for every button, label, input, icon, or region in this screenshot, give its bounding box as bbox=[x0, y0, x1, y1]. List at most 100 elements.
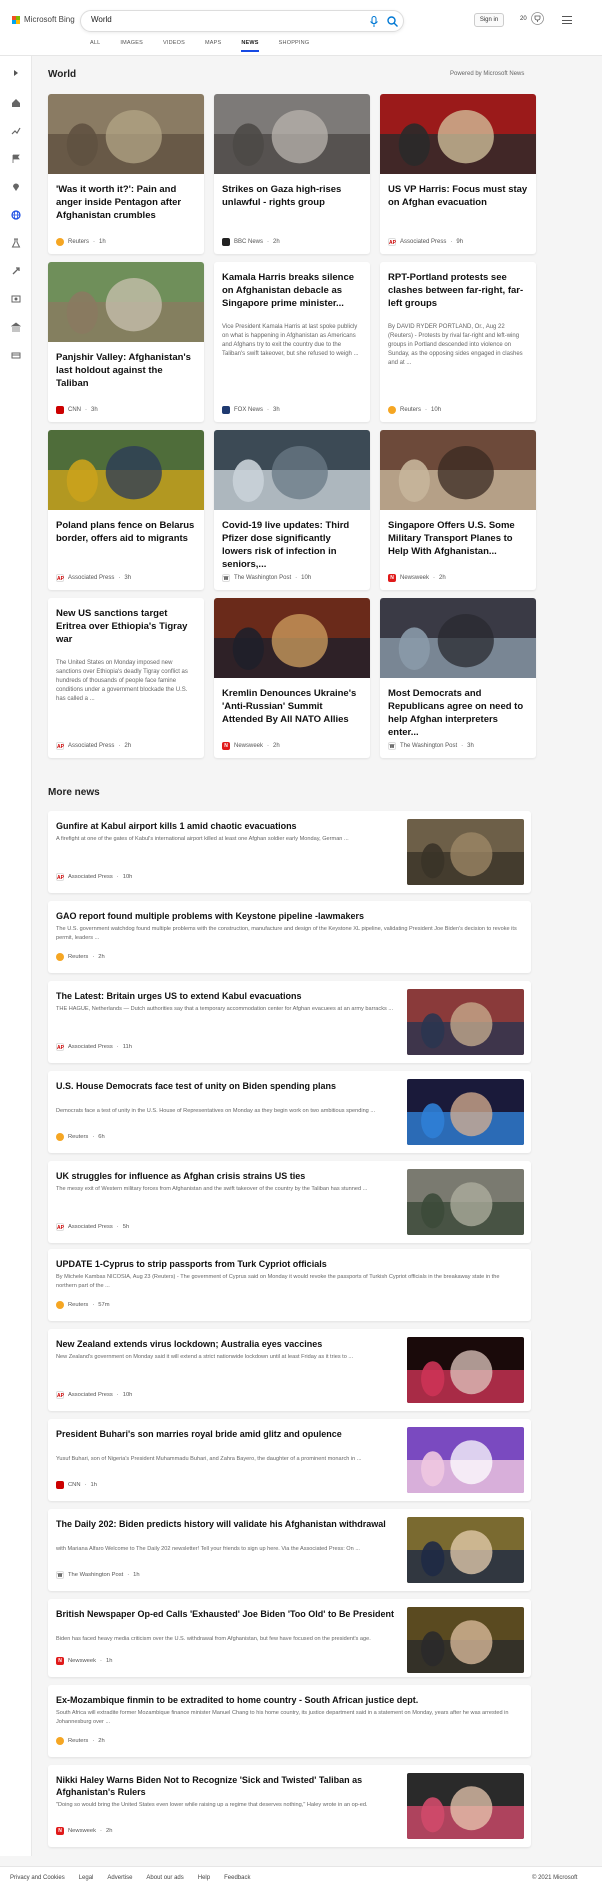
bing-logo[interactable]: Microsoft Bing bbox=[12, 15, 75, 24]
news-card-title[interactable]: RPT-Portland protests see clashes betwee… bbox=[388, 271, 528, 310]
news-row-image[interactable] bbox=[407, 1337, 524, 1403]
news-row-source[interactable]: AP Associated Press · 5h bbox=[56, 1223, 129, 1231]
news-row-title[interactable]: Nikki Haley Warns Biden Not to Recognize… bbox=[56, 1774, 396, 1798]
news-row-image-graphic[interactable] bbox=[407, 1607, 524, 1673]
news-row-image[interactable] bbox=[407, 1079, 524, 1145]
news-row-source[interactable]: N Newsweek · 1h bbox=[56, 1657, 112, 1665]
news-row[interactable]: President Buhari's son marries royal bri… bbox=[48, 1419, 531, 1501]
news-card-image[interactable] bbox=[214, 430, 370, 510]
news-card[interactable]: Covid-19 live updates: Third Pfizer dose… bbox=[214, 430, 370, 590]
news-card[interactable]: US VP Harris: Focus must stay on Afghan … bbox=[380, 94, 536, 254]
flag-icon[interactable] bbox=[11, 154, 21, 164]
news-row-source[interactable]: AP Associated Press · 11h bbox=[56, 1043, 132, 1051]
news-row-image[interactable] bbox=[407, 1773, 524, 1839]
news-card-source[interactable]: W The Washington Post · 3h bbox=[388, 742, 474, 750]
entertainment-icon[interactable] bbox=[11, 294, 21, 304]
news-card[interactable]: Most Democrats and Republicans agree on … bbox=[380, 598, 536, 758]
news-row-source[interactable]: Reuters · 2h bbox=[56, 953, 105, 961]
news-row-title[interactable]: Ex-Mozambique finmin to be extradited to… bbox=[56, 1694, 516, 1706]
news-row-source[interactable]: AP Associated Press · 10h bbox=[56, 1391, 132, 1399]
news-card-image[interactable] bbox=[214, 94, 370, 174]
microphone-icon[interactable] bbox=[369, 16, 379, 28]
news-row-image-graphic[interactable] bbox=[407, 1169, 524, 1235]
news-card[interactable]: Strikes on Gaza high-rises unlawful - ri… bbox=[214, 94, 370, 254]
news-row-source[interactable]: Reuters · 2h bbox=[56, 1737, 105, 1745]
news-card-title[interactable]: New US sanctions target Eritrea over Eth… bbox=[56, 607, 196, 646]
news-row[interactable]: UPDATE 1-Cyprus to strip passports from … bbox=[48, 1249, 531, 1321]
tab-videos[interactable]: VIDEOS bbox=[163, 40, 185, 52]
news-card-title[interactable]: Poland plans fence on Belarus border, of… bbox=[56, 519, 196, 545]
news-card-image-graphic[interactable] bbox=[214, 94, 370, 174]
news-row-image-graphic[interactable] bbox=[407, 1337, 524, 1403]
news-row-title[interactable]: President Buhari's son marries royal bri… bbox=[56, 1428, 396, 1440]
footer-link[interactable]: Help bbox=[198, 1875, 210, 1881]
news-row-image-graphic[interactable] bbox=[407, 1427, 524, 1493]
tab-all[interactable]: ALL bbox=[90, 40, 100, 52]
news-card-image-graphic[interactable] bbox=[380, 430, 536, 510]
footer-link[interactable]: Privacy and Cookies bbox=[10, 1875, 65, 1881]
science-icon[interactable] bbox=[11, 238, 21, 248]
news-card-title[interactable]: Singapore Offers U.S. Some Military Tran… bbox=[388, 519, 528, 558]
news-card-source[interactable]: CNN · 3h bbox=[56, 406, 98, 414]
news-row[interactable]: The Latest: Britain urges US to extend K… bbox=[48, 981, 531, 1063]
news-card-image-graphic[interactable] bbox=[380, 598, 536, 678]
news-row-title[interactable]: GAO report found multiple problems with … bbox=[56, 910, 516, 922]
news-row-title[interactable]: The Daily 202: Biden predicts history wi… bbox=[56, 1518, 396, 1530]
news-row[interactable]: Gunfire at Kabul airport kills 1 amid ch… bbox=[48, 811, 531, 893]
tab-news[interactable]: NEWS bbox=[241, 40, 259, 52]
news-row-source[interactable]: N Newsweek · 2h bbox=[56, 1827, 112, 1835]
footer-link[interactable]: Advertise bbox=[107, 1875, 132, 1881]
news-row-source[interactable]: Reuters · 57m bbox=[56, 1301, 110, 1309]
news-row-image[interactable] bbox=[407, 1169, 524, 1235]
news-card-source[interactable]: Reuters · 1h bbox=[56, 238, 106, 246]
tab-images[interactable]: IMAGES bbox=[120, 40, 143, 52]
news-row-title[interactable]: New Zealand extends virus lockdown; Aust… bbox=[56, 1338, 396, 1350]
search-input[interactable] bbox=[91, 15, 341, 24]
news-card-source[interactable]: N Newsweek · 2h bbox=[222, 742, 280, 750]
news-row-image-graphic[interactable] bbox=[407, 819, 524, 885]
tab-maps[interactable]: MAPS bbox=[205, 40, 221, 52]
news-card-image[interactable] bbox=[380, 598, 536, 678]
news-card-title[interactable]: Strikes on Gaza high-rises unlawful - ri… bbox=[222, 183, 362, 209]
news-card[interactable]: Singapore Offers U.S. Some Military Tran… bbox=[380, 430, 536, 590]
rewards-points[interactable]: 20 bbox=[520, 16, 527, 22]
footer-link[interactable]: About our ads bbox=[146, 1875, 183, 1881]
news-card-source[interactable]: W The Washington Post · 10h bbox=[222, 574, 311, 582]
news-card-image[interactable] bbox=[48, 262, 204, 342]
news-card-source[interactable]: AP Associated Press · 2h bbox=[56, 742, 131, 750]
news-card-title[interactable]: Panjshir Valley: Afghanistan's last hold… bbox=[56, 351, 196, 390]
news-card-image[interactable] bbox=[380, 94, 536, 174]
news-card[interactable]: Panjshir Valley: Afghanistan's last hold… bbox=[48, 262, 204, 422]
search-icon[interactable] bbox=[387, 16, 398, 27]
news-card-image-graphic[interactable] bbox=[48, 430, 204, 510]
news-card-image-graphic[interactable] bbox=[48, 94, 204, 174]
news-card[interactable]: New US sanctions target Eritrea over Eth… bbox=[48, 598, 204, 758]
news-row-image[interactable] bbox=[407, 989, 524, 1055]
news-row[interactable]: British Newspaper Op-ed Calls 'Exhausted… bbox=[48, 1599, 531, 1677]
news-row-image[interactable] bbox=[407, 1607, 524, 1673]
news-row-image-graphic[interactable] bbox=[407, 1079, 524, 1145]
news-card-source[interactable]: AP Associated Press · 3h bbox=[56, 574, 131, 582]
news-card-image[interactable] bbox=[214, 598, 370, 678]
politics-icon[interactable] bbox=[11, 322, 21, 332]
news-card-source[interactable]: Reuters · 10h bbox=[388, 406, 441, 414]
news-card-source[interactable]: BBC News · 2h bbox=[222, 238, 280, 246]
news-row-title[interactable]: U.S. House Democrats face test of unity … bbox=[56, 1080, 396, 1092]
globe-icon[interactable] bbox=[11, 210, 21, 220]
news-row-source[interactable]: W The Washington Post · 1h bbox=[56, 1571, 140, 1579]
news-card-source[interactable]: N Newsweek · 2h bbox=[388, 574, 446, 582]
news-card[interactable]: Kamala Harris breaks silence on Afghanis… bbox=[214, 262, 370, 422]
news-card[interactable]: Poland plans fence on Belarus border, of… bbox=[48, 430, 204, 590]
news-row-title[interactable]: UK struggles for influence as Afghan cri… bbox=[56, 1170, 396, 1182]
news-row-image-graphic[interactable] bbox=[407, 1773, 524, 1839]
news-row-image[interactable] bbox=[407, 1427, 524, 1493]
news-row-title[interactable]: UPDATE 1-Cyprus to strip passports from … bbox=[56, 1258, 516, 1270]
news-card-title[interactable]: Covid-19 live updates: Third Pfizer dose… bbox=[222, 519, 362, 571]
rewards-trophy-icon[interactable] bbox=[531, 12, 544, 25]
news-card-image[interactable] bbox=[48, 430, 204, 510]
news-card-title[interactable]: 'Was it worth it?': Pain and anger insid… bbox=[56, 183, 196, 222]
news-card-source[interactable]: AP Associated Press · 9h bbox=[388, 238, 463, 246]
news-row-image-graphic[interactable] bbox=[407, 989, 524, 1055]
menu-icon[interactable] bbox=[562, 16, 572, 24]
news-row[interactable]: U.S. House Democrats face test of unity … bbox=[48, 1071, 531, 1153]
